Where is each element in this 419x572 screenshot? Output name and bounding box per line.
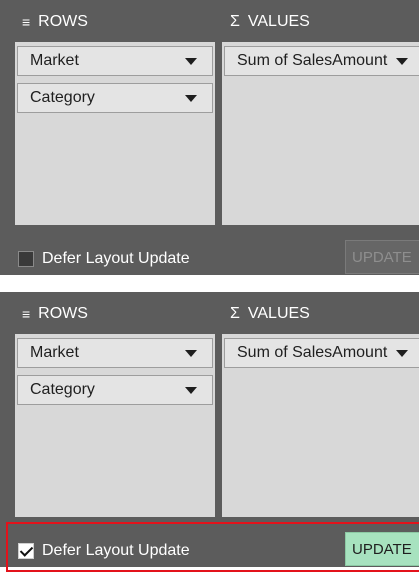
values-header: Σ VALUES	[230, 300, 310, 328]
values-field-sum-salesamount[interactable]: Sum of SalesAmount	[224, 338, 419, 368]
rows-header: ≡ ROWS	[22, 300, 88, 328]
chevron-down-icon[interactable]	[185, 58, 197, 65]
values-field-sum-salesamount[interactable]: Sum of SalesAmount	[224, 46, 419, 76]
sigma-icon: Σ	[230, 13, 240, 30]
update-button[interactable]: UPDATE	[345, 240, 419, 274]
field-list-panel-before: ≡ ROWS Σ VALUES Market Category Sum of S…	[0, 0, 419, 275]
field-label: Market	[30, 344, 79, 361]
field-label: Category	[30, 89, 95, 106]
field-label: Sum of SalesAmount	[237, 344, 388, 361]
rows-list-icon: ≡	[22, 14, 31, 30]
chevron-down-icon[interactable]	[185, 387, 197, 394]
field-label: Market	[30, 52, 79, 69]
defer-layout-checkbox[interactable]	[18, 543, 34, 559]
defer-layout-label: Defer Layout Update	[42, 250, 190, 267]
rows-field-market[interactable]: Market	[17, 338, 213, 368]
sigma-icon: Σ	[230, 305, 240, 322]
rows-field-market[interactable]: Market	[17, 46, 213, 76]
field-label: Sum of SalesAmount	[237, 52, 388, 69]
defer-layout-label: Defer Layout Update	[42, 542, 190, 559]
chevron-down-icon[interactable]	[185, 350, 197, 357]
rows-list-icon: ≡	[22, 306, 31, 322]
rows-drop-area[interactable]: Market Category	[15, 42, 215, 225]
rows-drop-area[interactable]: Market Category	[15, 334, 215, 517]
rows-header: ≡ ROWS	[22, 8, 88, 36]
values-header: Σ VALUES	[230, 8, 310, 36]
field-label: Category	[30, 381, 95, 398]
values-header-label: VALUES	[247, 13, 310, 30]
field-list-panel-after: ≡ ROWS Σ VALUES Market Category Sum of S…	[0, 292, 419, 567]
values-header-label: VALUES	[247, 305, 310, 322]
chevron-down-icon[interactable]	[185, 95, 197, 102]
rows-field-category[interactable]: Category	[17, 83, 213, 113]
rows-header-label: ROWS	[38, 305, 88, 322]
rows-header-label: ROWS	[38, 13, 88, 30]
chevron-down-icon[interactable]	[396, 58, 408, 65]
update-button[interactable]: UPDATE	[345, 532, 419, 566]
defer-layout-update[interactable]: Defer Layout Update	[18, 250, 190, 268]
rows-field-category[interactable]: Category	[17, 375, 213, 405]
chevron-down-icon[interactable]	[396, 350, 408, 357]
defer-layout-checkbox[interactable]	[18, 251, 34, 267]
values-drop-area[interactable]: Sum of SalesAmount	[222, 42, 419, 225]
values-drop-area[interactable]: Sum of SalesAmount	[222, 334, 419, 517]
defer-layout-update[interactable]: Defer Layout Update	[18, 542, 190, 560]
